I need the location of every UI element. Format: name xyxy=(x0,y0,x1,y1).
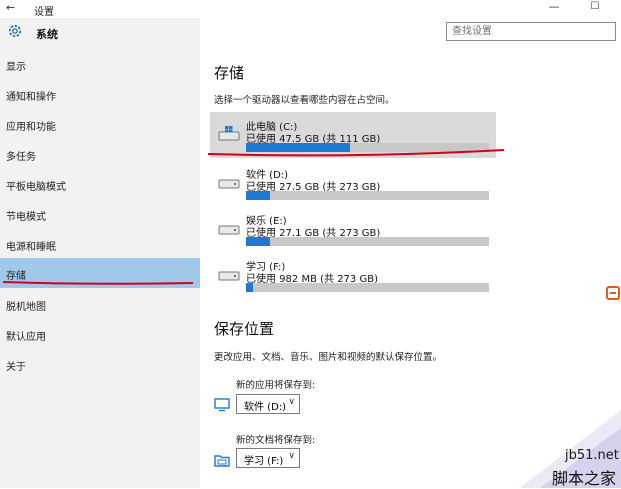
usage-bar xyxy=(246,283,489,292)
sidebar-item-label: 默认应用 xyxy=(6,332,46,343)
usage-bar-fill xyxy=(246,191,271,200)
select-value: 软件 (D:) xyxy=(244,402,287,413)
sidebar-item-tablet-mode[interactable]: 平板电脑模式 xyxy=(0,170,200,200)
sidebar-item-default-apps[interactable]: 默认应用 xyxy=(0,320,200,350)
drive-item-f[interactable]: 学习 (F:) 已使用 982 MB (共 273 GB) xyxy=(210,252,496,298)
chevron-down-icon: ∨ xyxy=(288,451,295,461)
sidebar-item-label: 关于 xyxy=(6,362,26,373)
sidebar-item-label: 通知和操作 xyxy=(6,92,56,103)
sidebar-item-label: 电源和睡眠 xyxy=(6,242,56,253)
usage-bar xyxy=(246,237,489,246)
sidebar-item-notifications[interactable]: 通知和操作 xyxy=(0,80,200,110)
annotation-underline xyxy=(208,149,504,157)
new-documents-label: 新的文档将保存到: xyxy=(236,435,316,446)
sidebar-item-label: 脱机地图 xyxy=(6,302,46,313)
usage-bar-fill xyxy=(246,283,254,292)
select-value: 学习 (F:) xyxy=(244,456,284,467)
usage-bar xyxy=(246,191,489,200)
page-title: 存储 xyxy=(214,64,245,82)
search-box[interactable] xyxy=(446,22,616,41)
chevron-down-icon: ∨ xyxy=(288,397,295,407)
monitor-icon xyxy=(214,397,230,412)
usage-bar-fill xyxy=(246,237,271,246)
watermark-badge-icon xyxy=(605,284,621,302)
section-title: 系统 xyxy=(36,28,58,41)
minimize-button[interactable]: — xyxy=(540,0,568,16)
window-title: 设置 xyxy=(34,7,54,18)
sidebar-item-multitasking[interactable]: 多任务 xyxy=(0,140,200,170)
title-bar xyxy=(0,0,621,18)
storage-description: 选择一个驱动器以查看哪些内容在占空间。 xyxy=(214,95,395,106)
section-heading: 保存位置 xyxy=(214,320,275,338)
search-input[interactable] xyxy=(452,25,602,38)
drive-item-d[interactable]: 软件 (D:) 已使用 27.5 GB (共 273 GB) xyxy=(210,160,496,206)
new-apps-label: 新的应用将保存到: xyxy=(236,380,316,391)
watermark-name: 脚本之家 xyxy=(552,469,617,488)
folder-icon xyxy=(214,452,230,467)
new-apps-location-select[interactable]: 软件 (D:) ∨ xyxy=(236,394,300,414)
sidebar-item-about[interactable]: 关于 xyxy=(0,350,200,380)
sidebar-item-apps[interactable]: 应用和功能 xyxy=(0,110,200,140)
new-documents-location-select[interactable]: 学习 (F:) ∨ xyxy=(236,448,300,468)
sidebar-item-battery-saver[interactable]: 节电模式 xyxy=(0,200,200,230)
annotation-underline xyxy=(3,281,193,285)
gear-icon xyxy=(6,22,24,40)
maximize-button[interactable]: ☐ xyxy=(581,0,609,16)
sidebar-item-label: 应用和功能 xyxy=(6,122,56,133)
drive-item-e[interactable]: 娱乐 (E:) 已使用 27.1 GB (共 273 GB) xyxy=(210,206,496,252)
sidebar-item-label: 平板电脑模式 xyxy=(6,182,66,193)
sidebar-item-display[interactable]: 显示 xyxy=(0,50,200,80)
sidebar-item-label: 多任务 xyxy=(6,152,36,163)
sidebar-item-label: 节电模式 xyxy=(6,212,46,223)
save-locations-description: 更改应用、文档、音乐、图片和视频的默认保存位置。 xyxy=(214,352,443,363)
watermark-domain: jb51.net xyxy=(565,448,619,463)
windows-drive-icon xyxy=(218,126,240,142)
sidebar: 显示 通知和操作 应用和功能 多任务 平板电脑模式 节电模式 电源和睡眠 存储 … xyxy=(0,18,200,488)
drive-icon xyxy=(218,220,240,236)
sidebar-item-power-sleep[interactable]: 电源和睡眠 xyxy=(0,230,200,260)
drive-icon xyxy=(218,266,240,282)
drive-icon xyxy=(218,174,240,190)
sidebar-item-offline-maps[interactable]: 脱机地图 xyxy=(0,290,200,320)
sidebar-item-label: 显示 xyxy=(6,62,26,73)
back-button[interactable]: ← xyxy=(6,1,24,15)
